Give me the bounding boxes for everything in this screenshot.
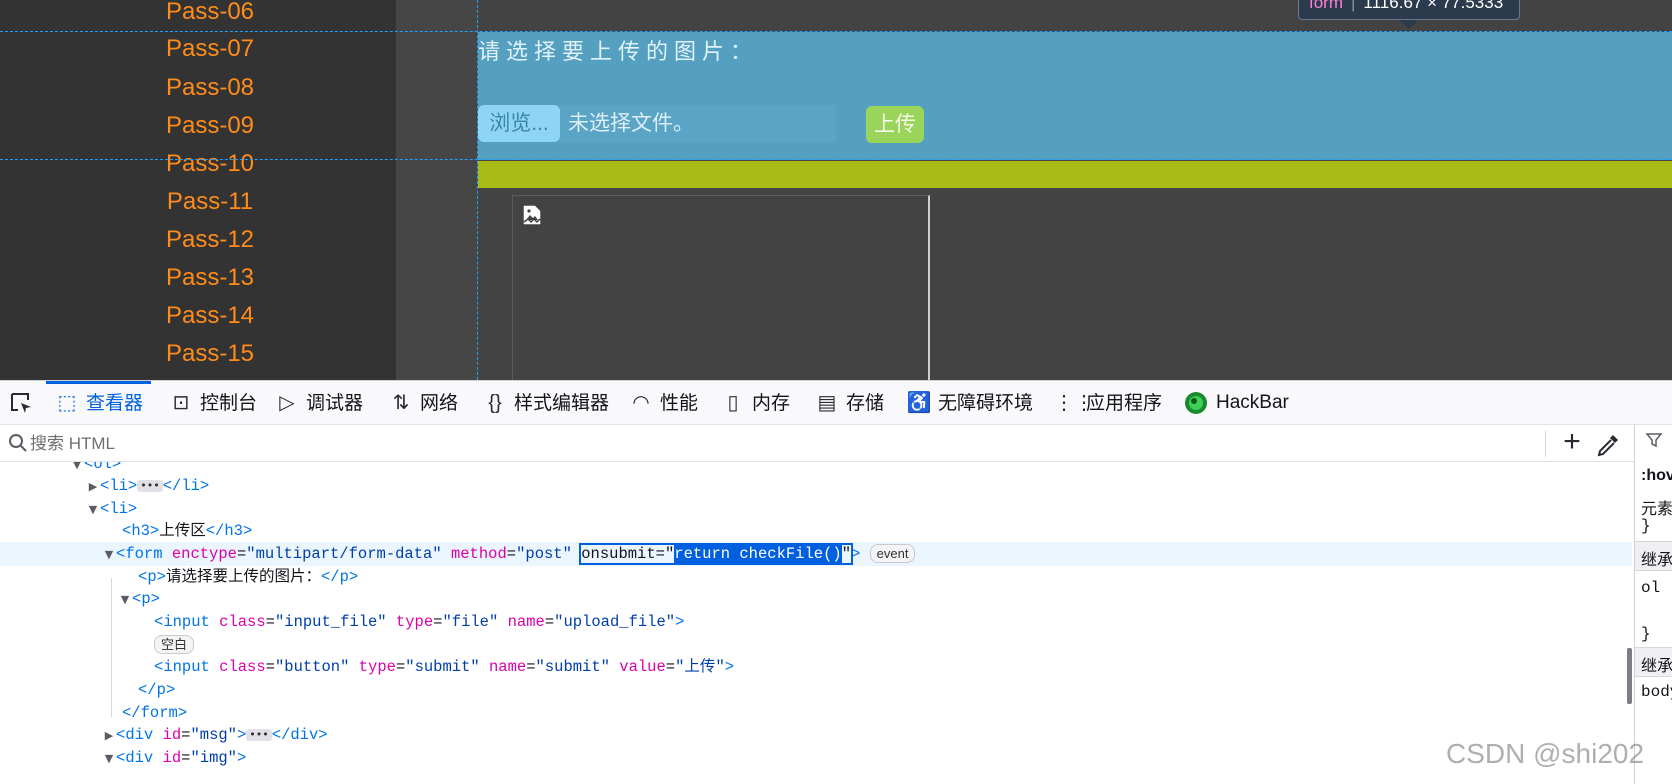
inherited-label: 继承 — [1641, 658, 1672, 675]
search-icon — [9, 434, 27, 452]
tab-network[interactable]: ⇅ 网络 — [388, 381, 458, 425]
collapse-arrow-icon[interactable]: ▼ — [102, 543, 116, 567]
nav-item-pass-14[interactable]: Pass-14 — [0, 300, 420, 332]
tab-accessibility[interactable]: ♿ 无障碍环境 — [906, 381, 1033, 425]
eyedropper-icon[interactable] — [1594, 431, 1622, 459]
nav-item-pass-10[interactable]: Pass-10 — [0, 148, 420, 180]
element-size-tooltip: form | 1116.67 × 77.5333 — [1298, 0, 1520, 20]
devtools-panel: ⬚ 查看器 ⊡ 控制台 ▷ 调试器 ⇅ 网络 {} 样式编辑器 ◠ 性能 ▯ 内存 ▤ 存储 ♿… — [0, 380, 1672, 784]
tab-console[interactable]: ⊡ 控制台 — [168, 381, 257, 425]
rule-close-brace: } — [1641, 625, 1651, 643]
tab-style-editor[interactable]: {} 样式编辑器 — [482, 381, 609, 425]
body-selector: body — [1641, 683, 1672, 701]
element-rule-label: 元素 — [1641, 501, 1672, 518]
application-icon: ⋮⋮ — [1054, 392, 1094, 414]
highlight-guide-bottom — [0, 159, 1672, 160]
accessibility-icon: ♿ — [906, 392, 932, 414]
editing-attribute[interactable]: onsubmit="return checkFile()" — [579, 543, 854, 565]
nav-item-pass-07[interactable]: Pass-07 — [0, 33, 420, 65]
collapse-arrow-icon[interactable]: ▼ — [118, 588, 132, 612]
tooltip-tag: form — [1309, 0, 1343, 12]
tree-row-input-submit[interactable]: <input class="button" type="submit" name… — [0, 655, 1632, 679]
tree-row-div-msg[interactable]: ▶ <div id="msg"> ••• </div> — [0, 723, 1632, 747]
nav-item-pass-06[interactable]: Pass-06 — [0, 0, 420, 28]
ellipsis-badge[interactable]: ••• — [137, 479, 163, 492]
tab-storage[interactable]: ▤ 存储 — [814, 381, 884, 425]
expand-arrow-icon[interactable]: ▶ — [102, 724, 116, 748]
tree-row-li-collapsed[interactable]: ▶ <li> ••• </li> — [0, 474, 1632, 498]
image-preview-panel — [512, 195, 930, 380]
filter-icon[interactable] — [1645, 431, 1663, 449]
tooltip-size: 1116.67 × 77.5333 — [1363, 0, 1504, 12]
performance-icon: ◠ — [632, 392, 650, 414]
memory-icon: ▯ — [727, 392, 739, 414]
inspector-icon: ⬚ — [57, 392, 77, 414]
hackbar-icon — [1185, 391, 1207, 414]
network-icon: ⇅ — [392, 392, 410, 414]
console-icon: ⊡ — [172, 392, 190, 414]
element-picker-button[interactable] — [8, 381, 34, 425]
tree-row-form[interactable]: ▼ <form enctype="multipart/form-data" met… — [0, 542, 1632, 566]
html-search-bar: + — [0, 425, 1634, 462]
style-editor-icon: {} — [488, 392, 502, 414]
pane-splitter[interactable] — [1627, 648, 1632, 704]
web-page-viewport: Pass-06 Pass-07 Pass-08 Pass-09 Pass-10 … — [0, 0, 1672, 380]
file-status-text: 未选择文件。 — [560, 105, 836, 142]
tree-row-input-file[interactable]: <input class="input_file" type="file" na… — [0, 610, 1632, 634]
tab-inspector[interactable]: ⬚ 查看器 — [46, 381, 152, 425]
browse-button[interactable]: 浏览... — [478, 105, 560, 142]
ol-selector: ol — [1641, 579, 1661, 597]
tab-hackbar[interactable]: HackBar — [1184, 381, 1289, 425]
watermark: CSDN @shi202 — [1446, 738, 1645, 769]
devtools-toolbar: ⬚ 查看器 ⊡ 控制台 ▷ 调试器 ⇅ 网络 {} 样式编辑器 ◠ 性能 ▯ 内存 ▤ 存储 ♿… — [0, 380, 1672, 425]
tab-memory[interactable]: ▯ 内存 — [720, 381, 790, 425]
nav-item-pass-12[interactable]: Pass-12 — [0, 224, 420, 256]
tree-row-p-text[interactable]: <p>请选择要上传的图片：</p> — [0, 565, 1632, 589]
tooltip-arrow — [1400, 20, 1418, 29]
collapse-arrow-icon[interactable]: ▼ — [102, 747, 116, 771]
nav-item-pass-11[interactable]: Pass-11 — [0, 186, 420, 218]
upload-prompt: 请选择要上传的图片： — [478, 39, 759, 64]
debugger-icon: ▷ — [279, 392, 295, 414]
tree-row-h3[interactable]: <h3>上传区</h3> — [0, 519, 1632, 543]
inherited-label: 继承 — [1641, 552, 1672, 569]
tree-row-p-close[interactable]: </p> — [0, 678, 1632, 702]
rule-close-brace: } — [1641, 517, 1651, 535]
highlight-guide-left — [477, 0, 478, 380]
whitespace-badge: 空白 — [154, 635, 195, 655]
expand-arrow-icon[interactable]: ▶ — [86, 475, 100, 499]
nav-item-pass-09[interactable]: Pass-09 — [0, 110, 420, 142]
tree-row-p-open[interactable]: ▼ <p> — [0, 587, 1632, 611]
tab-application[interactable]: ⋮⋮应用程序 — [1054, 381, 1162, 425]
screenshot-root: Pass-06 Pass-07 Pass-08 Pass-09 Pass-10 … — [0, 0, 1672, 784]
message-bar — [478, 161, 1672, 188]
nav-item-pass-08[interactable]: Pass-08 — [0, 72, 420, 104]
search-divider — [1545, 431, 1546, 457]
rules-pane: :hov 元素 } 继承 ol } 继承 body — [1634, 425, 1672, 784]
nav-item-pass-15[interactable]: Pass-15 — [0, 338, 420, 370]
tab-debugger[interactable]: ▷ 调试器 — [274, 381, 363, 425]
markup-tree: ▼ <ol> ▶ <li> ••• </li> ▼ <li> <h3>上传区</h3> ▼… — [0, 462, 1632, 784]
broken-image-icon — [523, 205, 541, 225]
tree-row-whitespace[interactable]: 空白 — [0, 633, 1632, 657]
upload-button[interactable]: 上传 — [866, 106, 924, 143]
ellipsis-badge[interactable]: ••• — [246, 728, 272, 741]
element-picker-icon — [11, 392, 31, 413]
tree-row-div-img[interactable]: ▼ <div id="img"> — [0, 746, 1632, 770]
highlight-guide-top — [0, 31, 1672, 32]
tree-row-li-open[interactable]: ▼ <li> — [0, 497, 1632, 521]
hov-toggle[interactable]: :hov — [1641, 467, 1672, 485]
nav-item-pass-13[interactable]: Pass-13 — [0, 262, 420, 294]
event-badge[interactable]: event — [869, 544, 916, 564]
storage-icon: ▤ — [817, 392, 837, 414]
search-html-input[interactable] — [30, 431, 1530, 457]
add-node-button[interactable]: + — [1556, 427, 1588, 459]
tree-row-form-close[interactable]: </form> — [0, 701, 1632, 725]
tab-performance[interactable]: ◠ 性能 — [628, 381, 698, 425]
